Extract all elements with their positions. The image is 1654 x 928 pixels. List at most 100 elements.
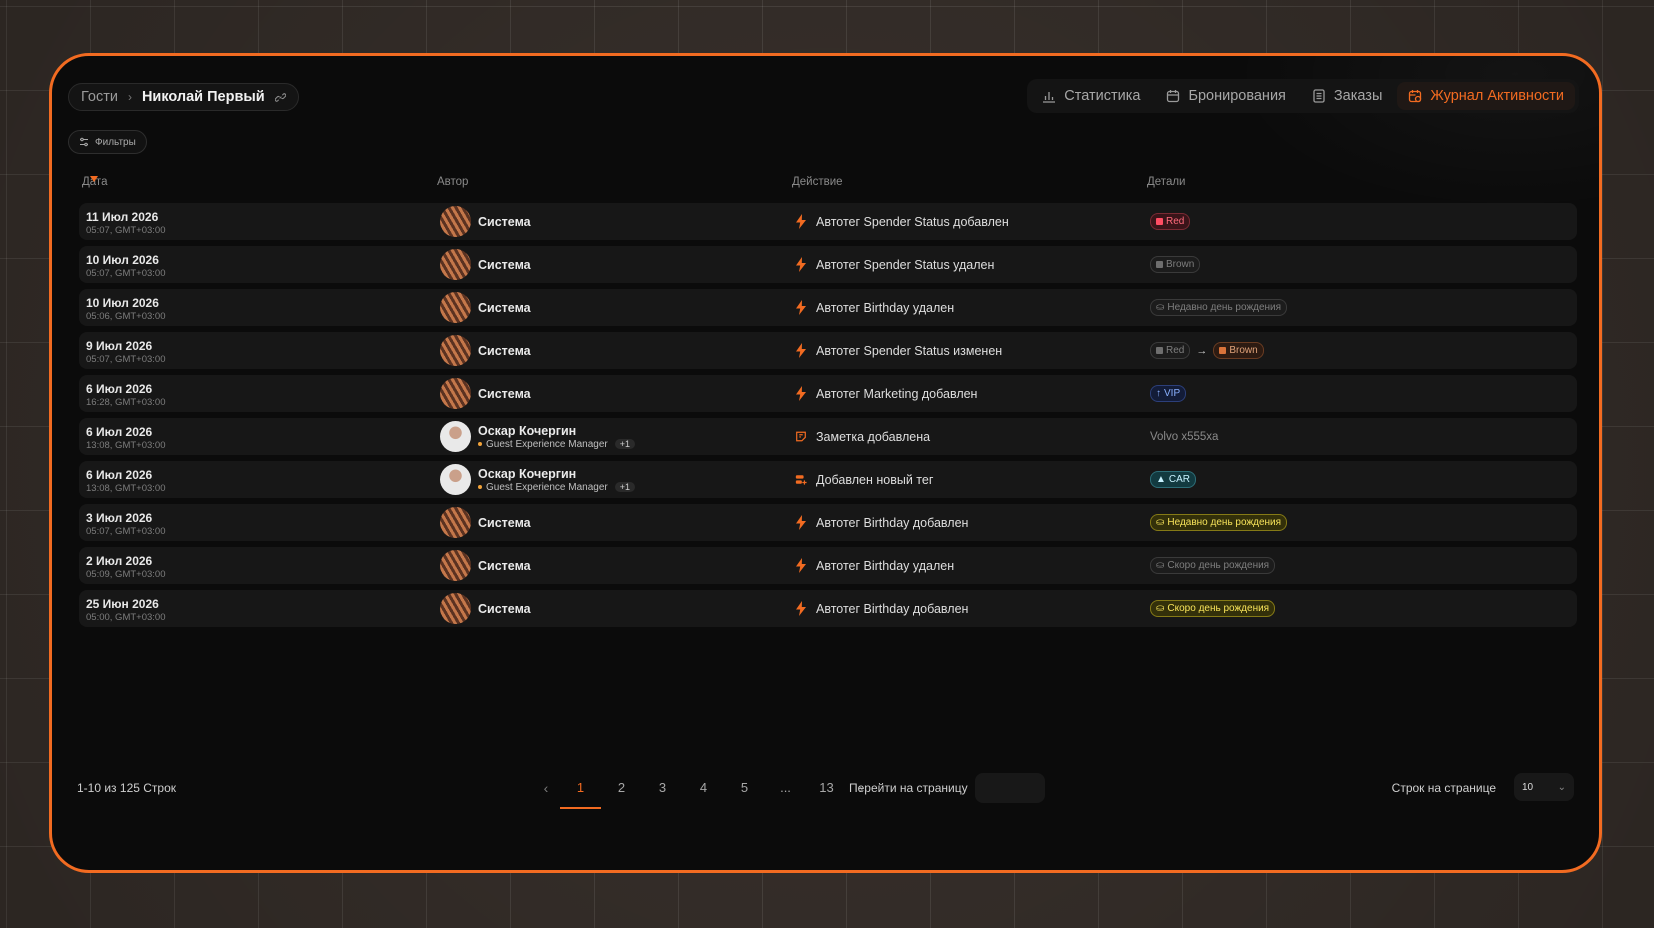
tab-bookings[interactable]: Бронирования [1155, 82, 1296, 110]
page-button[interactable]: 1 [560, 773, 601, 809]
table-row[interactable]: 10 Июл 2026 05:06, GMT+03:00 Система Авто… [79, 289, 1577, 326]
page-button[interactable]: 13 [806, 773, 847, 803]
time: 13:08, GMT+03:00 [86, 440, 166, 451]
tab-label: Статистика [1064, 88, 1141, 104]
sliders-icon [80, 137, 88, 147]
table-row[interactable]: 6 Июл 2026 16:28, GMT+03:00 Система Автот… [79, 375, 1577, 412]
table-row[interactable]: 2 Июл 2026 05:09, GMT+03:00 Система Автот… [79, 547, 1577, 584]
action-text: Добавлен новый тег [816, 472, 934, 487]
chevron-left-icon[interactable]: ‹ [532, 780, 560, 796]
activity-table: 11 Июл 2026 05:07, GMT+03:00 Система Авто… [79, 203, 1577, 633]
table-row[interactable]: 6 Июл 2026 13:08, GMT+03:00 Оскар Кочерги… [79, 418, 1577, 455]
chevron-right-icon: › [127, 90, 132, 104]
note-icon [796, 431, 806, 442]
details-cell: ⛀ Недавно день рождения [1150, 289, 1288, 326]
time: 05:07, GMT+03:00 [86, 354, 166, 365]
user-avatar [440, 464, 471, 495]
header-action: Действие [792, 176, 843, 188]
page-button[interactable]: 4 [683, 773, 724, 803]
header-details: Детали [1147, 176, 1186, 188]
cake-icon: ⛀ [1156, 516, 1165, 528]
details-cell: Brown [1150, 246, 1201, 283]
action-cell: Автотег Birthday удален [795, 547, 954, 584]
action-text: Автотег Marketing добавлен [816, 386, 978, 401]
status-dot [478, 442, 482, 446]
tag-label: VIP [1164, 387, 1181, 399]
rows-per-page-label: Строк на странице [1391, 781, 1496, 795]
more-roles-badge[interactable]: +1 [614, 482, 635, 492]
date: 10 Июл 2026 [86, 253, 159, 267]
goto-page-input[interactable] [975, 773, 1045, 803]
table-row[interactable]: 9 Июл 2026 05:07, GMT+03:00 Система Автот… [79, 332, 1577, 369]
tag-badge: ⛀ Скоро день рождения [1150, 600, 1276, 617]
tab-statistics[interactable]: Статистика [1031, 82, 1151, 110]
tab-label: Бронирования [1188, 88, 1286, 104]
author-cell: Оскар Кочергин Guest Experience Manager +… [440, 421, 635, 452]
role-label: Guest Experience Manager [486, 481, 608, 493]
header-author: Автор [437, 176, 469, 188]
calendar-icon [1167, 90, 1180, 103]
tag-badge-to: Brown [1213, 342, 1264, 359]
goto-page-label: Перейти на страницу [849, 781, 968, 795]
table-row[interactable]: 10 Июл 2026 05:07, GMT+03:00 Система Авто… [79, 246, 1577, 283]
breadcrumb-current: Николай Первый [141, 89, 265, 105]
more-roles-badge[interactable]: +1 [614, 439, 635, 449]
action-text: Автотег Birthday добавлен [816, 515, 969, 530]
sort-desc-icon [90, 176, 98, 182]
page-button[interactable]: 5 [724, 773, 765, 803]
system-avatar [440, 206, 471, 237]
lightning-icon [796, 515, 806, 530]
tag-label: Скоро день рождения [1167, 559, 1270, 571]
pagination: ‹ 1 2 3 4 5 ... 13 › [532, 773, 875, 809]
filters-button[interactable]: Фильтры [68, 130, 147, 154]
rows-count: 1-10 из 125 Строк [77, 781, 177, 795]
page-button[interactable]: 2 [601, 773, 642, 803]
lightning-icon [796, 386, 806, 401]
rows-per-page-select[interactable]: 10 ⌄ [1514, 773, 1574, 801]
action-text: Автотег Spender Status удален [816, 257, 995, 272]
system-avatar [440, 335, 471, 366]
time: 05:07, GMT+03:00 [86, 268, 166, 279]
author-cell: Система [440, 292, 531, 323]
date-cell: 2 Июл 2026 05:09, GMT+03:00 [86, 554, 165, 580]
date-cell: 6 Июл 2026 13:08, GMT+03:00 [86, 468, 165, 494]
list-icon [1313, 89, 1325, 103]
table-row[interactable]: 3 Июл 2026 05:07, GMT+03:00 Система Автот… [79, 504, 1577, 541]
system-avatar [440, 292, 471, 323]
tag-label: Red [1166, 344, 1185, 356]
details-cell: Red → Brown [1150, 332, 1264, 369]
action-cell: Автотег Spender Status изменен [795, 332, 1002, 369]
action-text: Автотег Spender Status изменен [816, 343, 1003, 358]
date: 25 Июн 2026 [86, 597, 159, 611]
author-name: Система [478, 214, 531, 229]
note-text: Volvo x555xa [1150, 430, 1219, 443]
action-cell: Автотег Spender Status удален [795, 246, 994, 283]
tag-label: Red [1166, 215, 1185, 227]
time: 05:09, GMT+03:00 [86, 569, 166, 580]
table-footer: 1-10 из 125 Строк ‹ 1 2 3 4 5 ... 13 › П… [77, 773, 1574, 809]
table-row[interactable]: 11 Июл 2026 05:07, GMT+03:00 Система Авто… [79, 203, 1577, 240]
system-avatar [440, 550, 471, 581]
breadcrumb-guests-link[interactable]: Гости [81, 89, 118, 105]
link-icon[interactable] [274, 92, 286, 103]
author-cell: Система [440, 593, 531, 624]
tab-orders[interactable]: Заказы [1301, 82, 1393, 110]
tag-badge: ⛀ Недавно день рождения [1150, 299, 1288, 316]
arrow-up-icon: ↑ [1156, 387, 1161, 399]
action-cell: Автотег Birthday удален [795, 289, 954, 326]
cake-icon: ⛀ [1156, 602, 1165, 614]
tab-activity-log[interactable]: Журнал Активности [1397, 82, 1575, 110]
table-row[interactable]: 6 Июл 2026 13:08, GMT+03:00 Оскар Кочерги… [79, 461, 1577, 498]
author-name: Система [478, 257, 531, 272]
tab-label: Журнал Активности [1430, 88, 1564, 104]
main-window: Гости › Николай Первый Статистика Бронир… [49, 53, 1602, 873]
rows-per-page-value: 10 [1522, 781, 1534, 793]
details-cell: ↑ VIP [1150, 375, 1187, 412]
tag-badge: ⛀ Недавно день рождения [1150, 514, 1288, 531]
author-cell: Система [440, 249, 531, 280]
role-label: Guest Experience Manager [486, 438, 608, 450]
table-row[interactable]: 25 Июн 2026 05:00, GMT+03:00 Система Авто… [79, 590, 1577, 627]
page-button[interactable]: 3 [642, 773, 683, 803]
action-cell: Автотег Birthday добавлен [795, 590, 968, 627]
chevron-down-icon: ⌄ [1557, 781, 1566, 793]
